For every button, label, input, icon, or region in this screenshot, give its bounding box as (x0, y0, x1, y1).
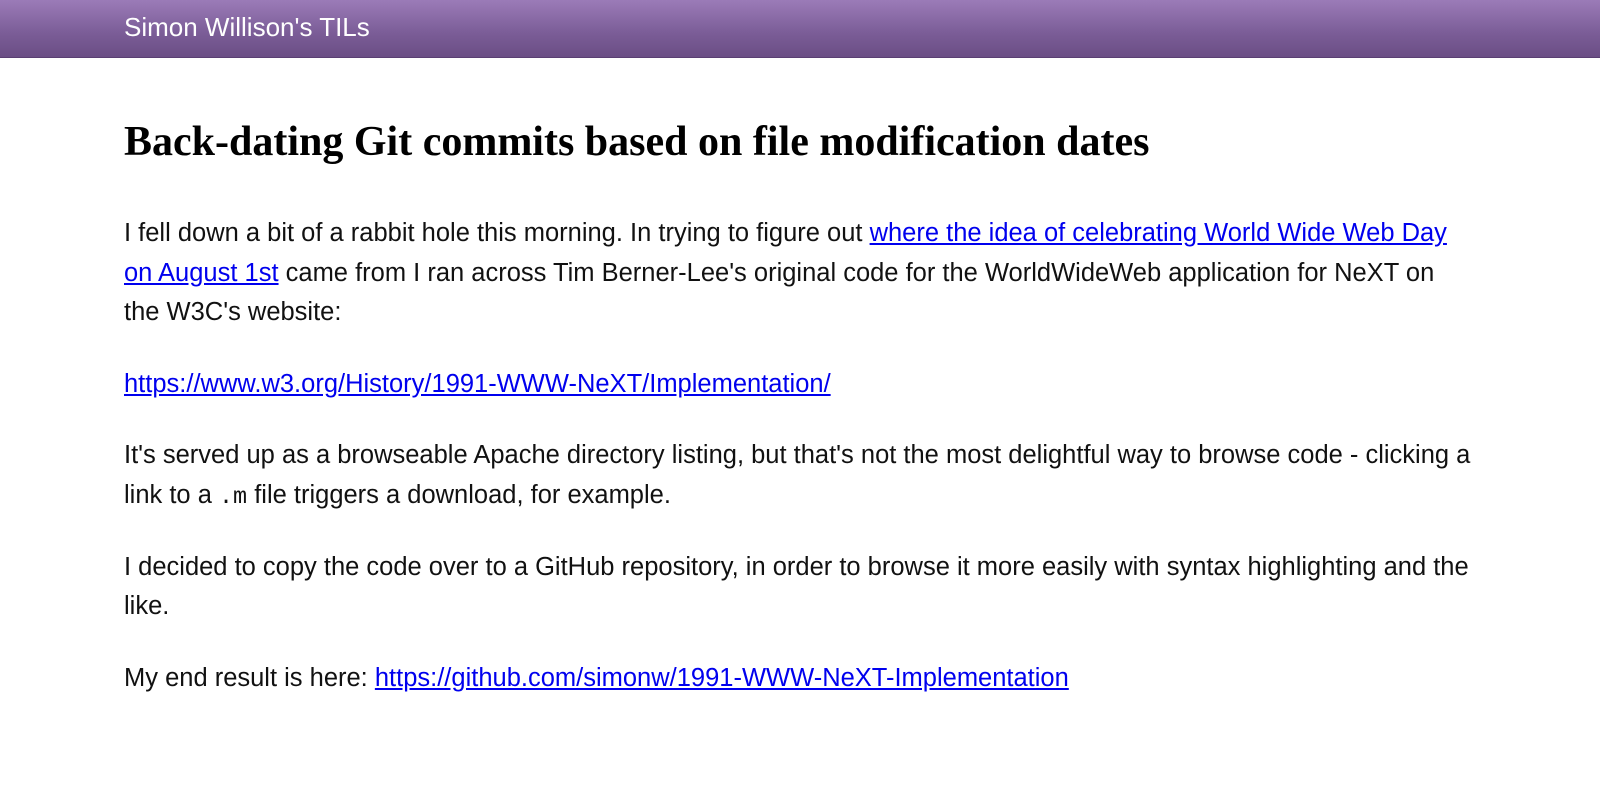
paragraph-5: My end result is here: https://github.co… (124, 659, 1476, 699)
text: I decided to copy the code over to a Git… (124, 553, 1469, 621)
text: My end result is here: (124, 664, 375, 692)
text: I fell down a bit of a rabbit hole this … (124, 219, 870, 247)
text: file triggers a download, for example. (247, 481, 671, 509)
paragraph-4: I decided to copy the code over to a Git… (124, 548, 1476, 627)
inline-code-m-extension: .m (219, 484, 247, 511)
link-github-repo[interactable]: https://github.com/simonw/1991-WWW-NeXT-… (375, 664, 1069, 692)
header-inner: Simon Willison's TILs (60, 12, 1540, 43)
paragraph-3: It's served up as a browseable Apache di… (124, 436, 1476, 516)
article-content: Back-dating Git commits based on file mo… (60, 58, 1540, 698)
paragraph-2: https://www.w3.org/History/1991-WWW-NeXT… (124, 365, 1476, 405)
page-title: Back-dating Git commits based on file mo… (124, 118, 1476, 166)
link-w3c-history[interactable]: https://www.w3.org/History/1991-WWW-NeXT… (124, 370, 831, 398)
article-body: I fell down a bit of a rabbit hole this … (124, 214, 1476, 698)
site-title-link[interactable]: Simon Willison's TILs (124, 12, 370, 42)
site-header: Simon Willison's TILs (0, 0, 1600, 58)
paragraph-1: I fell down a bit of a rabbit hole this … (124, 214, 1476, 333)
text: came from I ran across Tim Berner-Lee's … (124, 259, 1434, 327)
